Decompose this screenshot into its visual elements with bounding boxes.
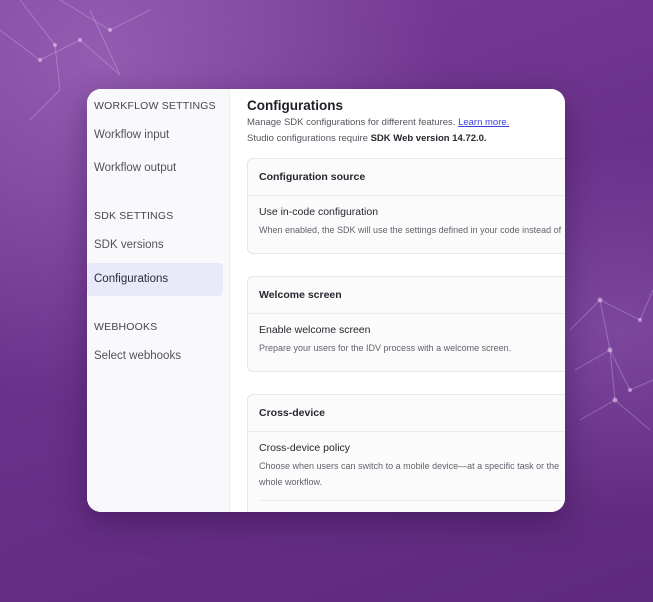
sidebar-item-workflow-input[interactable]: Workflow input <box>87 119 223 152</box>
card-body: Cross-device policy Choose when users ca… <box>248 432 565 501</box>
page-description: Manage SDK configurations for different … <box>247 117 509 128</box>
app-window: WORKFLOW SETTINGS Workflow input Workflo… <box>87 89 565 512</box>
card-cross-device: Cross-device Cross-device policy Choose … <box>247 394 565 512</box>
sidebar-item-configurations[interactable]: Configurations <box>87 263 223 296</box>
option-title-use-in-code-configuration: Use in-code configuration <box>259 206 379 218</box>
sidebar-heading-webhooks: WEBHOOKS <box>94 321 158 333</box>
sidebar-heading-sdk-settings: SDK SETTINGS <box>94 210 174 222</box>
divider <box>259 500 565 501</box>
card-welcome-screen: Welcome screen Enable welcome screen Pre… <box>247 276 565 372</box>
card-title: Cross-device <box>248 395 565 432</box>
main-content: Configurations Manage SDK configurations… <box>230 89 565 512</box>
card-body: Use in-code configuration When enabled, … <box>248 196 565 238</box>
sidebar-item-workflow-output[interactable]: Workflow output <box>87 152 223 185</box>
option-title-enable-welcome-screen: Enable welcome screen <box>259 324 371 336</box>
card-title: Welcome screen <box>248 277 565 314</box>
option-description-line-1: Choose when users can switch to a mobile… <box>259 461 560 471</box>
sdk-requirement-version: SDK Web version 14.72.0. <box>370 133 487 144</box>
option-description: When enabled, the SDK will use the setti… <box>259 225 562 235</box>
page-title: Configurations <box>247 98 343 113</box>
option-title-cross-device-policy: Cross-device policy <box>259 442 351 454</box>
option-description: Prepare your users for the IDV process w… <box>259 343 512 353</box>
sidebar-item-sdk-versions[interactable]: SDK versions <box>87 229 223 262</box>
sidebar-heading-workflow-settings: WORKFLOW SETTINGS <box>94 100 216 112</box>
sdk-requirement-text: Studio configurations require <box>247 133 368 144</box>
sidebar-item-select-webhooks[interactable]: Select webhooks <box>87 340 223 373</box>
card-configuration-source: Configuration source Use in-code configu… <box>247 158 565 254</box>
learn-more-link[interactable]: Learn more. <box>458 117 509 128</box>
option-description-line-2: whole workflow. <box>259 477 323 487</box>
sdk-requirement: Studio configurations require SDK Web ve… <box>247 133 487 144</box>
card-body: Enable welcome screen Prepare your users… <box>248 314 565 356</box>
page-description-text: Manage SDK configurations for different … <box>247 117 456 128</box>
sidebar: WORKFLOW SETTINGS Workflow input Workflo… <box>87 89 230 512</box>
card-title: Configuration source <box>248 159 565 196</box>
